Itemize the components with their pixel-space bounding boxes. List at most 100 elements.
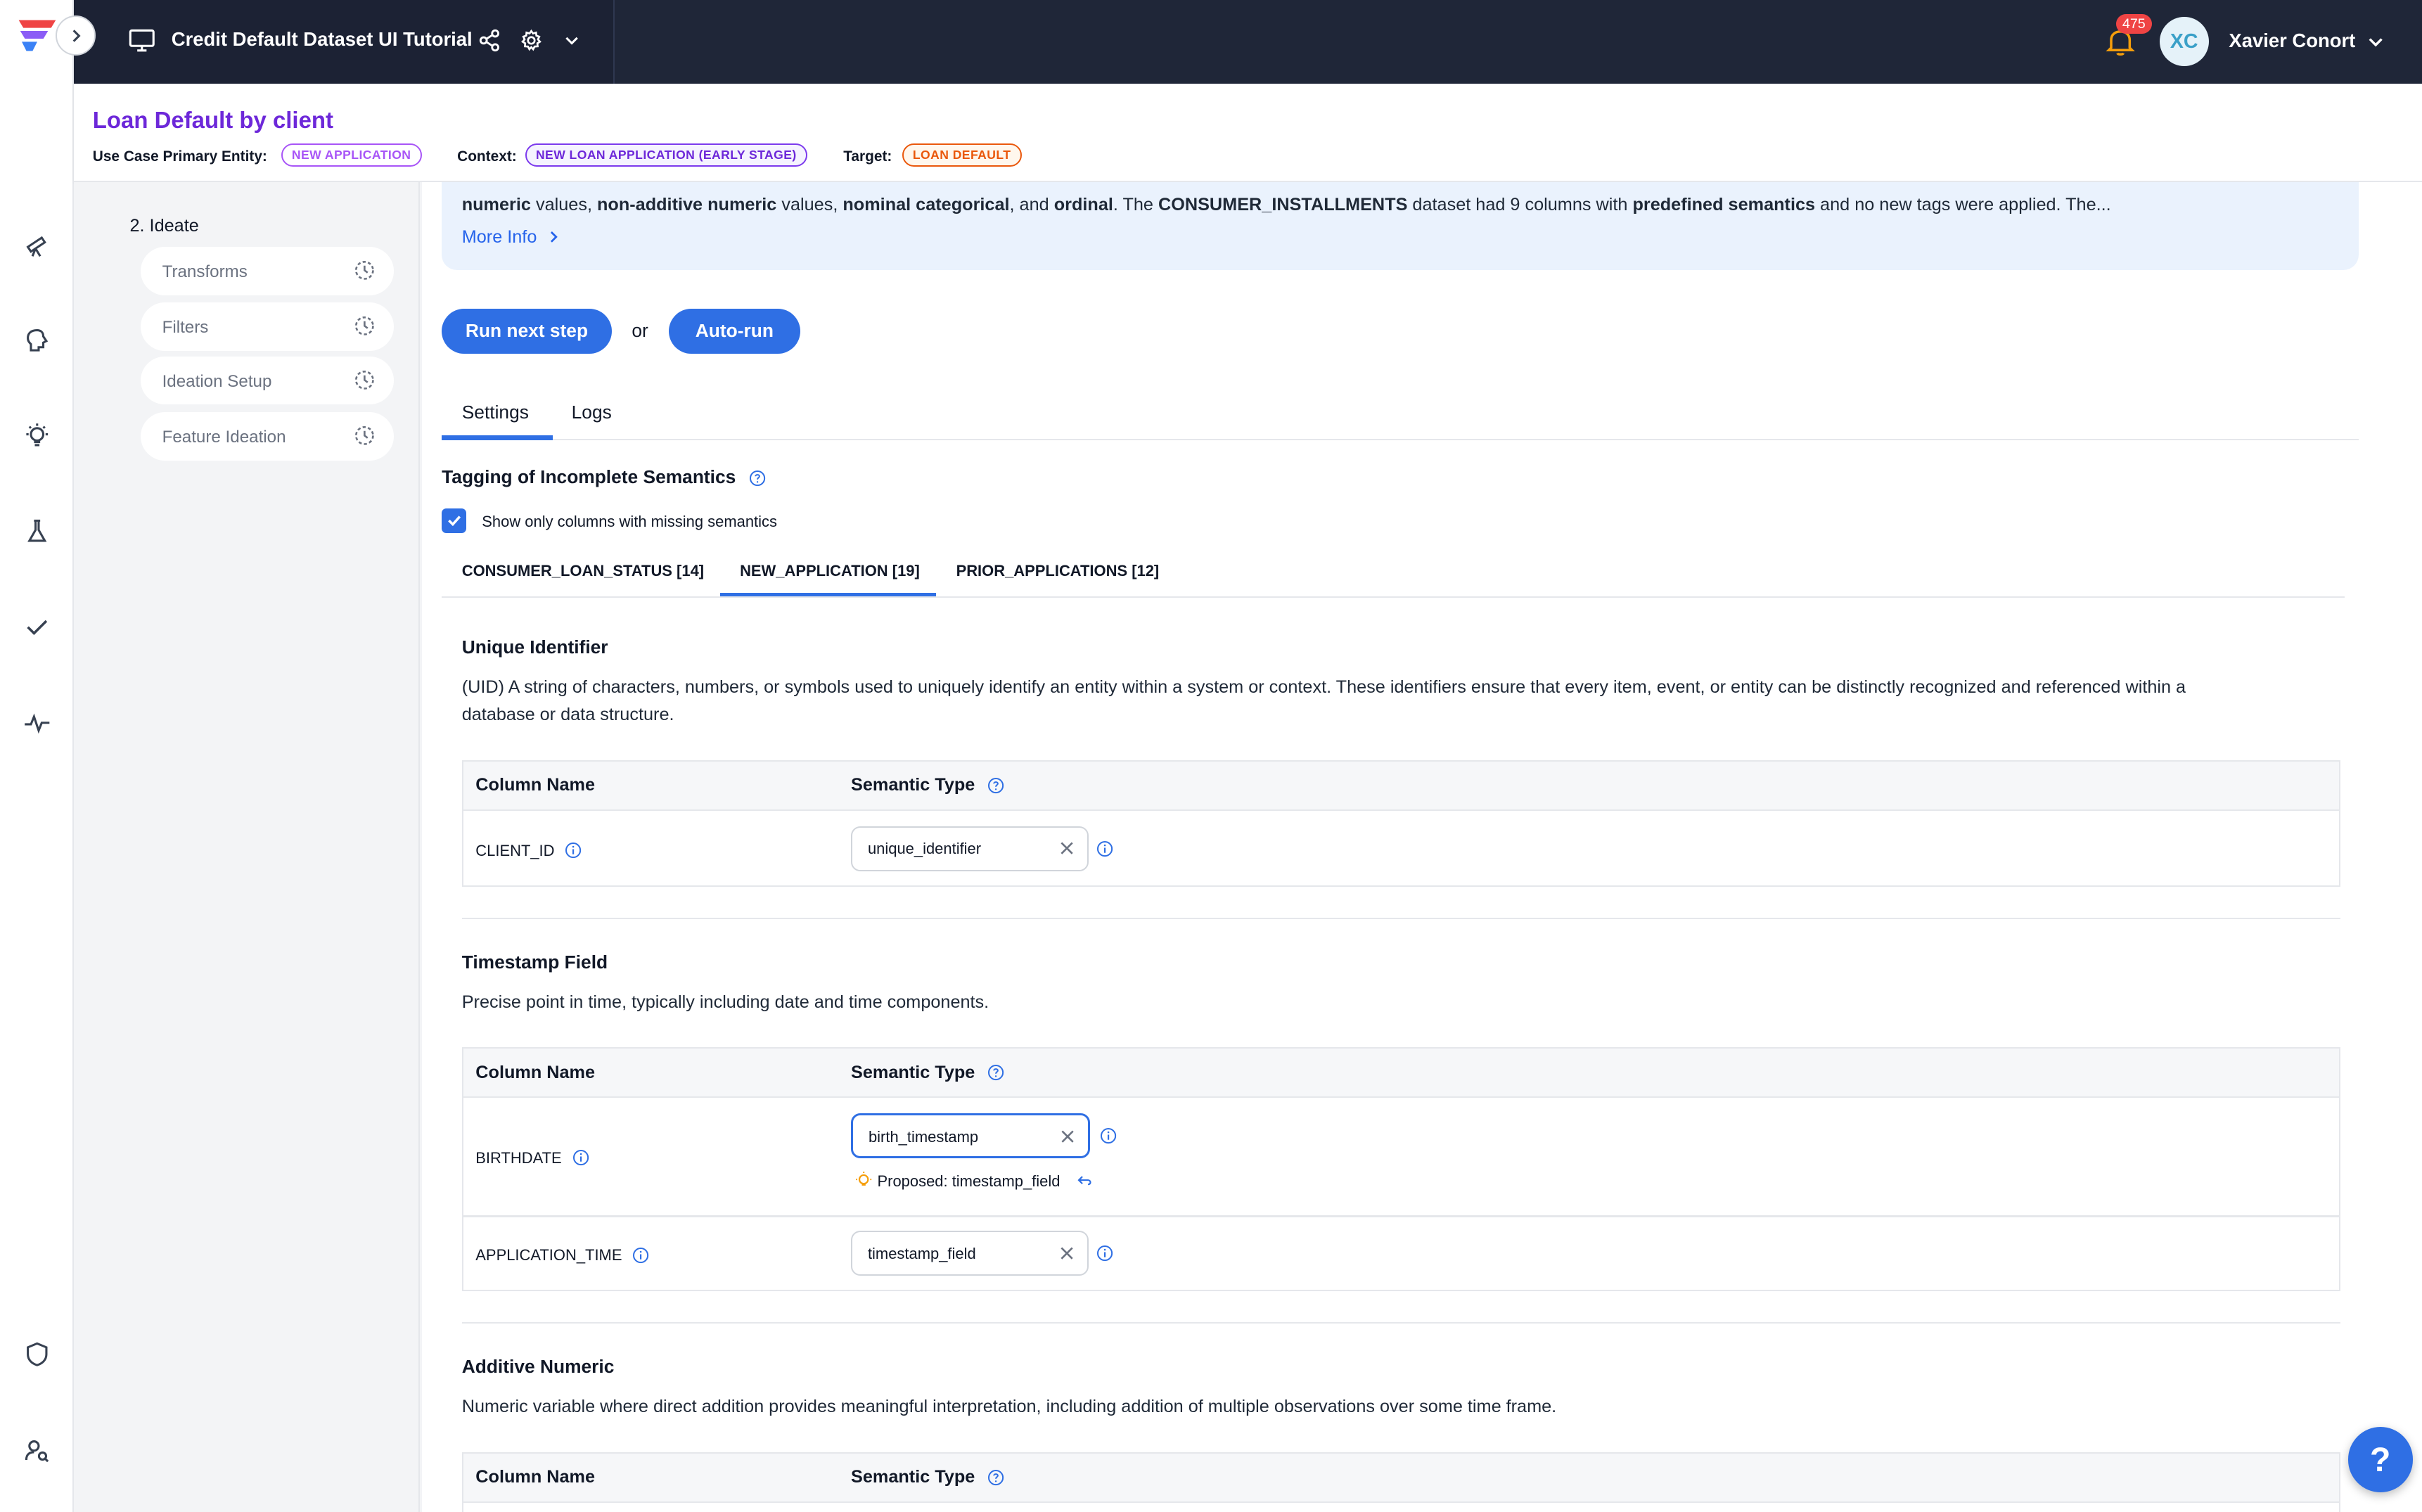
user-name[interactable]: Xavier Conort: [2229, 30, 2355, 52]
user-menu-chevron-icon[interactable]: [2366, 32, 2385, 51]
table-row: BIRTHDATE: [475, 1149, 589, 1167]
pending-clock-icon: [354, 316, 374, 335]
or-label: or: [632, 319, 648, 341]
help-button[interactable]: ?: [2347, 1427, 2413, 1492]
info-icon[interactable]: [632, 1247, 649, 1264]
run-next-step-button[interactable]: Run next step: [442, 309, 612, 354]
chevron-right-icon: [550, 231, 558, 243]
lightbulb-icon: [855, 1171, 871, 1186]
tab-new-application[interactable]: NEW_APPLICATION [19]: [740, 562, 920, 580]
section-title-timestamp-field: Timestamp Field: [461, 951, 608, 973]
entity-pill[interactable]: NEW APPLICATION: [281, 143, 422, 167]
activity-icon[interactable]: [20, 706, 54, 740]
section-title-additive-numeric: Additive Numeric: [461, 1356, 615, 1378]
step-section-title: 2. Ideate: [129, 216, 199, 236]
check-icon[interactable]: [20, 610, 54, 644]
section-divider: [461, 917, 2340, 919]
info-icon[interactable]: [1100, 1127, 1117, 1144]
semantic-type-select[interactable]: timestamp_field: [851, 1231, 1089, 1276]
column-name-header: Column Name: [475, 1467, 596, 1487]
section-desc-line: database or data structure.: [461, 705, 674, 725]
checkmark-icon: [447, 515, 461, 527]
auto-run-button[interactable]: Auto-run: [669, 309, 800, 354]
missing-semantics-checkbox[interactable]: [442, 508, 467, 533]
chevron-down-icon[interactable]: [556, 25, 587, 56]
summary-text: numeric values, non-additive numeric val…: [461, 194, 2111, 214]
brain-icon[interactable]: [20, 323, 54, 357]
chevron-right-icon: [72, 29, 81, 42]
shield-icon[interactable]: [20, 1338, 54, 1371]
more-info-link[interactable]: More Info: [462, 227, 560, 248]
user-search-icon[interactable]: [20, 1433, 54, 1467]
close-icon[interactable]: [1058, 1245, 1075, 1262]
section-title-unique-identifier: Unique Identifier: [461, 636, 608, 658]
semantic-type-header: Semantic Type: [851, 775, 1004, 795]
use-case-title[interactable]: Loan Default by client: [93, 107, 333, 134]
uid-columns-table: Column Name Semantic Type CLIENT_ID uniq…: [461, 760, 2340, 887]
step-item-label: Transforms: [162, 262, 248, 282]
info-icon[interactable]: [565, 842, 582, 859]
step-item-label: Feature Ideation: [162, 428, 286, 447]
left-rail: [0, 0, 75, 1512]
step-summary-info: numeric values, non-additive numeric val…: [442, 182, 2359, 271]
tab-consumer-loan-status[interactable]: CONSUMER_LOAN_STATUS [14]: [462, 562, 704, 580]
step-item-feature-ideation[interactable]: Feature Ideation: [140, 412, 395, 461]
tab-logs[interactable]: Logs: [572, 402, 612, 423]
catalog-title[interactable]: Credit Default Dataset UI Tutorial: [172, 28, 473, 51]
entity-label: Use Case Primary Entity:: [92, 148, 267, 165]
section-divider: [461, 1322, 2340, 1324]
checkbox-label: Show only columns with missing semantics: [482, 513, 777, 531]
tabs-divider: [442, 438, 2359, 440]
column-name-header: Column Name: [475, 1062, 596, 1082]
gear-icon[interactable]: [516, 25, 547, 56]
table-row: APPLICATION_TIME: [475, 1246, 649, 1264]
semantic-type-select[interactable]: birth_timestamp: [851, 1113, 1091, 1159]
catalog-selector: Credit Default Dataset UI Tutorial: [74, 0, 615, 84]
undo-icon[interactable]: [1077, 1172, 1094, 1189]
help-circle-icon[interactable]: [749, 470, 766, 487]
use-case-header: Loan Default by client Use Case Primary …: [74, 83, 2422, 183]
semantic-type-select[interactable]: unique_identifier: [851, 826, 1089, 871]
help-circle-icon[interactable]: [987, 1064, 1004, 1081]
info-icon[interactable]: [1096, 840, 1113, 857]
tab-prior-applications[interactable]: PRIOR_APPLICATIONS [12]: [956, 562, 1160, 580]
step-item-transforms[interactable]: Transforms: [140, 247, 395, 295]
semantic-type-header: Semantic Type: [851, 1063, 1004, 1083]
timestamp-columns-table: Column Name Semantic Type BIRTHDATE birt…: [461, 1047, 2340, 1292]
additive-columns-table: Column Name Semantic Type: [461, 1452, 2340, 1512]
step-item-filters[interactable]: Filters: [140, 302, 395, 351]
active-tab-indicator: [442, 435, 553, 440]
flask-icon[interactable]: [20, 514, 54, 548]
proposed-semantic: Proposed: timestamp_field: [854, 1171, 1094, 1191]
monitor-icon: [127, 25, 158, 56]
share-icon[interactable]: [474, 25, 505, 56]
info-icon[interactable]: [1096, 1245, 1113, 1262]
notification-count-badge: 475: [2116, 13, 2152, 34]
help-circle-icon[interactable]: [987, 777, 1004, 794]
step-item-label: Filters: [162, 318, 209, 338]
avatar[interactable]: XC: [2159, 17, 2209, 67]
step-item-ideation-setup[interactable]: Ideation Setup: [140, 357, 395, 405]
help-circle-icon[interactable]: [987, 1469, 1004, 1486]
table-header: Column Name Semantic Type: [463, 761, 2339, 811]
table-row: CLIENT_ID: [475, 842, 582, 860]
app-logo-icon[interactable]: [14, 15, 60, 56]
tab-settings[interactable]: Settings: [462, 402, 529, 423]
section-desc-line: Numeric variable where direct addition p…: [461, 1397, 1557, 1417]
telescope-icon[interactable]: [20, 227, 54, 261]
target-pill[interactable]: LOAN DEFAULT: [902, 143, 1022, 167]
context-pill[interactable]: NEW LOAN APPLICATION (EARLY STAGE): [525, 143, 807, 167]
active-dataset-tab-indicator: [719, 593, 936, 596]
close-icon[interactable]: [1059, 1128, 1076, 1145]
section-desc-line: (UID) A string of characters, numbers, o…: [461, 677, 2186, 697]
info-icon[interactable]: [572, 1149, 589, 1166]
close-icon[interactable]: [1058, 840, 1075, 857]
dataset-tabs-divider: [442, 596, 2345, 598]
context-label: Context:: [457, 148, 517, 165]
step-item-label: Ideation Setup: [162, 372, 272, 392]
expand-sidebar-button[interactable]: [56, 15, 96, 56]
pending-clock-icon: [354, 260, 374, 280]
lightbulb-icon[interactable]: [20, 418, 54, 452]
table-header: Column Name Semantic Type: [463, 1453, 2339, 1503]
column-name-header: Column Name: [475, 775, 596, 795]
